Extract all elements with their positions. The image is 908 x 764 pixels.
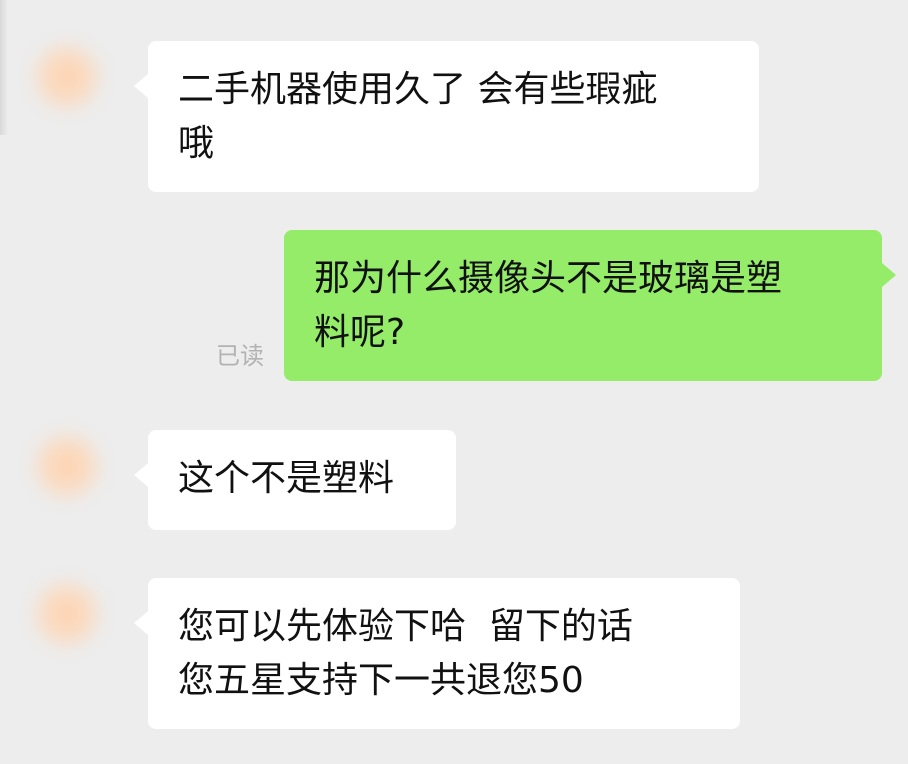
- contact-avatar[interactable]: [28, 575, 106, 653]
- message-text-line: 哦: [178, 123, 215, 164]
- contact-avatar[interactable]: [28, 38, 106, 116]
- message-text-line: 您五星支持下一共退您50: [178, 660, 584, 701]
- contact-avatar[interactable]: [28, 427, 106, 505]
- message-bubble-incoming[interactable]: 这个不是塑料: [134, 430, 456, 530]
- message-text-line: 您可以先体验下哈 留下的话: [178, 606, 633, 647]
- message-bubble-incoming[interactable]: 二手机器使用久了 会有些瑕疵 哦: [134, 41, 759, 192]
- message-bubble-outgoing[interactable]: 那为什么摄像头不是玻璃是塑 料呢?: [284, 230, 896, 381]
- left-edge-shadow: [0, 0, 8, 135]
- read-status-label: 已读: [216, 342, 264, 370]
- message-text-line: 那为什么摄像头不是玻璃是塑: [314, 258, 783, 299]
- message-text-line: 料呢?: [314, 312, 406, 353]
- message-bubble-incoming[interactable]: 您可以先体验下哈 留下的话 您五星支持下一共退您50: [134, 578, 740, 729]
- message-text-line: 这个不是塑料: [178, 458, 395, 499]
- message-text-line: 二手机器使用久了 会有些瑕疵: [178, 69, 658, 110]
